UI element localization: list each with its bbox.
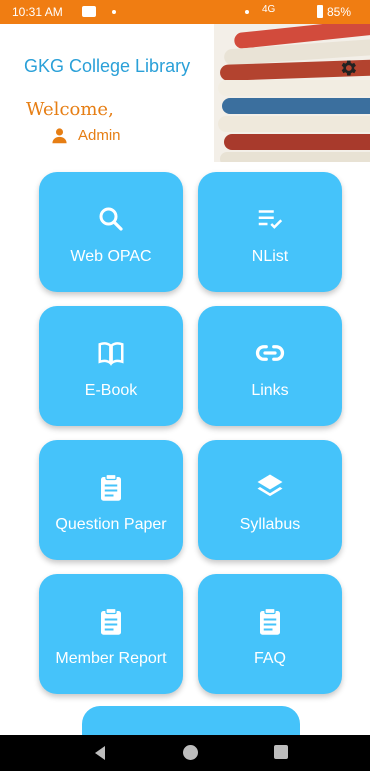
back-icon[interactable] (92, 745, 108, 761)
notification-dot-icon (112, 10, 116, 14)
clipboard-icon (101, 607, 121, 635)
recents-icon[interactable] (274, 745, 288, 759)
image-notification-icon (82, 6, 96, 17)
status-time: 10:31 AM (12, 5, 63, 19)
app-title: GKG College Library (24, 56, 191, 76)
user-icon (52, 128, 67, 144)
book-icon (98, 342, 124, 366)
network-type: 4G (262, 4, 276, 15)
books-stack-image (214, 24, 370, 162)
home-icon[interactable] (183, 745, 198, 760)
tile-label: NList (251, 248, 289, 265)
web-opac-button[interactable]: Web OPAC (39, 172, 183, 292)
checklist-icon (258, 210, 283, 229)
battery-level: 85% (327, 5, 352, 19)
tile-label: Syllabus (239, 516, 301, 533)
battery-icon (317, 5, 323, 18)
tile-label: FAQ (253, 650, 286, 667)
search-icon (99, 207, 123, 231)
links-button[interactable]: Links (198, 306, 342, 426)
faq-button[interactable]: FAQ (198, 574, 342, 694)
tile-label: Links (251, 382, 289, 399)
notification-dot-icon (245, 10, 249, 14)
syllabus-button[interactable]: Syllabus (198, 440, 342, 560)
clipboard-icon (260, 607, 280, 635)
layers-icon (257, 474, 283, 497)
tile-label: Question Paper (55, 516, 167, 533)
nlist-button[interactable]: NList (198, 172, 342, 292)
welcome-text: Welcome, (26, 99, 114, 120)
ebook-button[interactable]: E-Book (39, 306, 183, 426)
tile-label: Member Report (55, 650, 167, 667)
gear-icon[interactable] (338, 58, 358, 78)
tile-label: E-Book (84, 382, 138, 399)
tile-label: Web OPAC (70, 248, 152, 265)
question-paper-button[interactable]: Question Paper (39, 440, 183, 560)
clipboard-icon (101, 473, 121, 501)
system-nav-bar (0, 735, 370, 771)
status-bar: 10:31 AM 4G 85% (0, 0, 370, 24)
link-icon (255, 345, 285, 361)
user-name: Admin (78, 127, 121, 144)
member-report-button[interactable]: Member Report (39, 574, 183, 694)
